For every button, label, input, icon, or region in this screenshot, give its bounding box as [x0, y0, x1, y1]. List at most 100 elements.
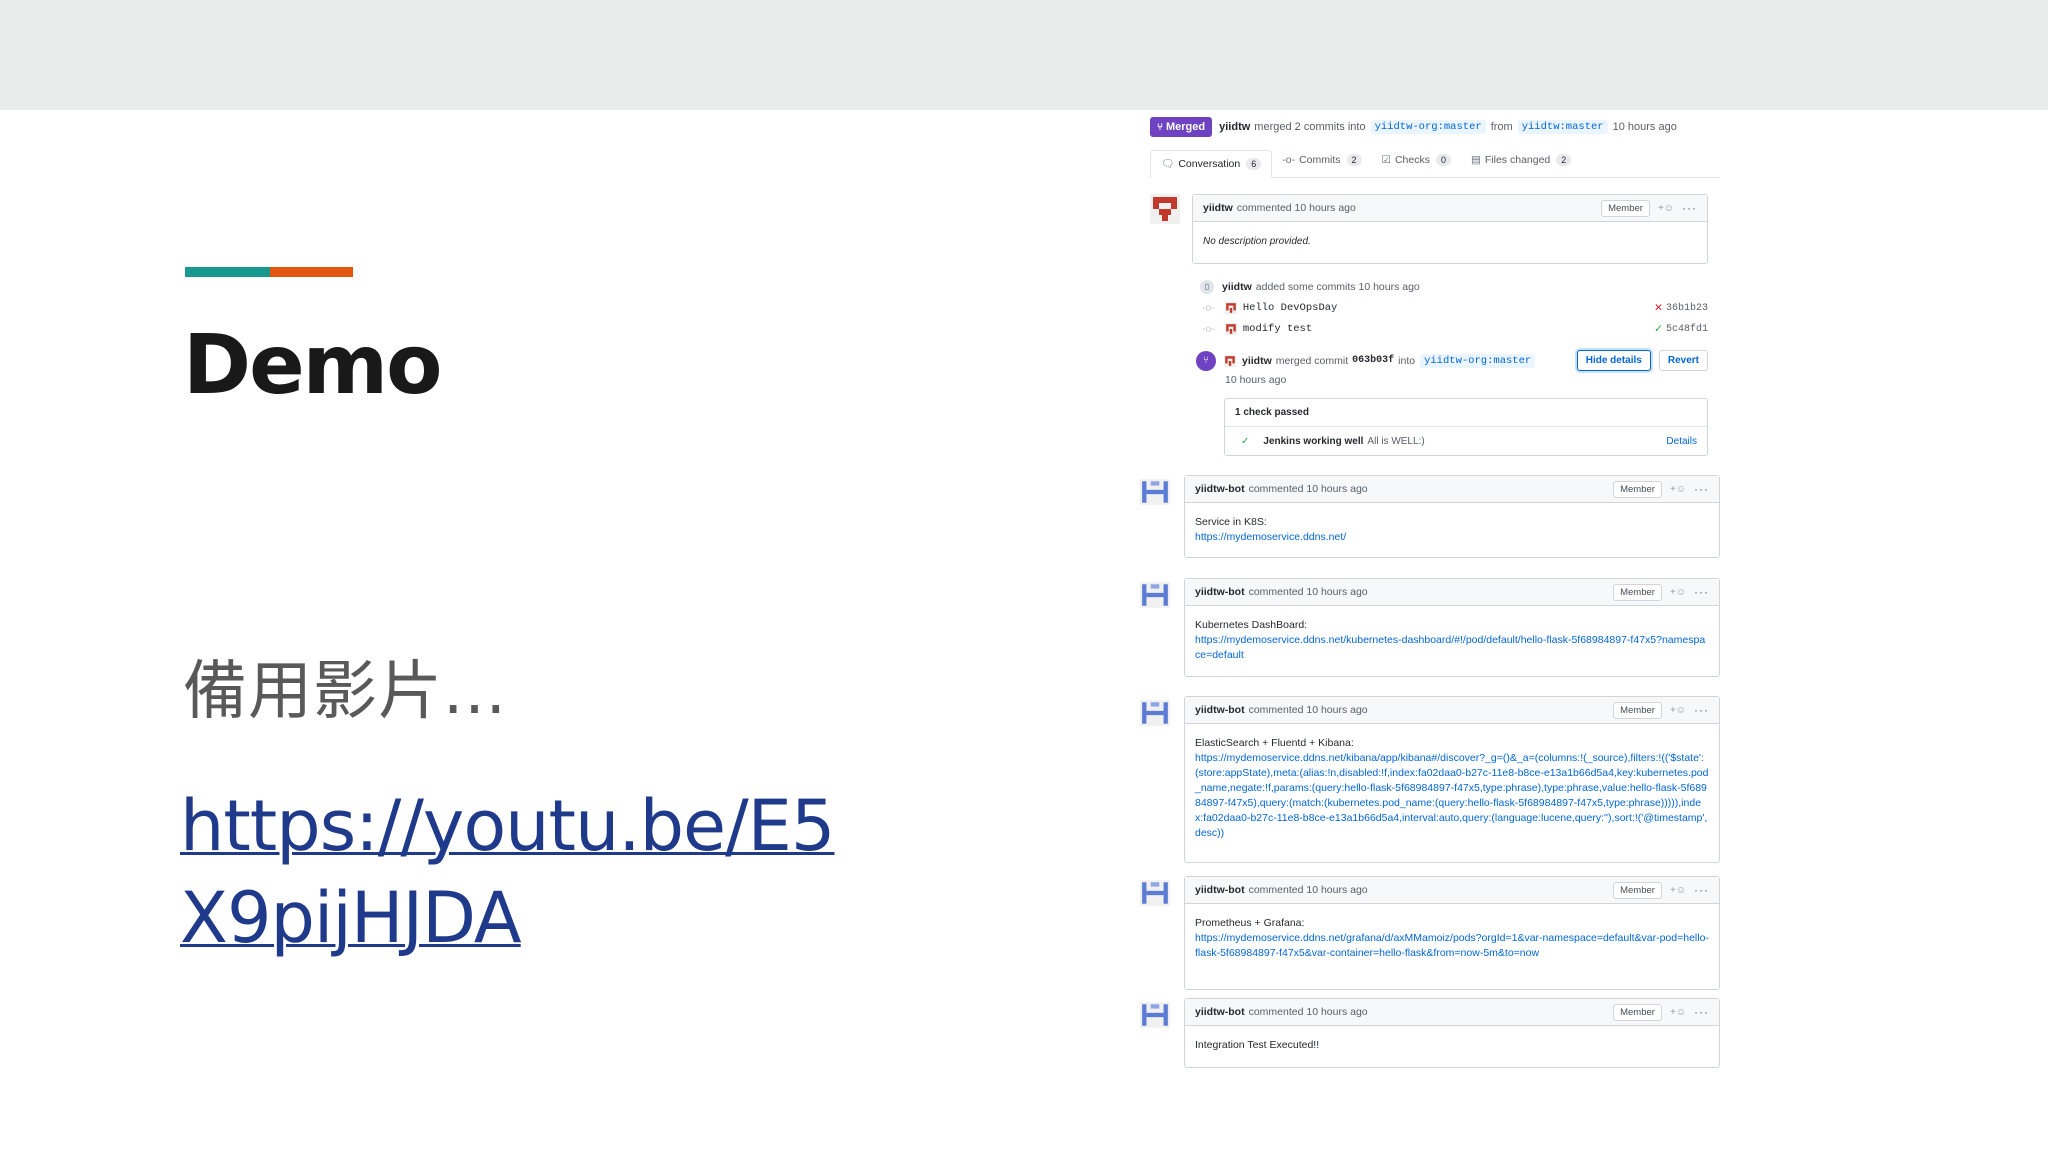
merge-icon: ⑂: [1196, 350, 1216, 371]
comment-body: Service in K8S: https://mydemoservice.dd…: [1185, 503, 1719, 555]
comment-time: commented 10 hours ago: [1248, 586, 1368, 598]
comment-body: Kubernetes DashBoard: https://mydemoserv…: [1185, 606, 1719, 673]
comment-header: yiidtw-bot commented 10 hours ago Member…: [1185, 999, 1719, 1026]
pr-tabs: 🗨 Conversation 6 -o- Commits 2 ☑ Checks 0 ▤…: [1150, 150, 1720, 178]
commit-icon: ▯: [1200, 280, 1214, 294]
check-details-link[interactable]: Details: [1666, 436, 1697, 447]
add-reaction-icon[interactable]: +☺: [1670, 885, 1686, 896]
commit-dot-icon: -o-: [1202, 302, 1215, 314]
comment-author[interactable]: yiidtw-bot: [1195, 884, 1245, 896]
commit-row[interactable]: -o- Hello DevOpsDay ✕ 36b1b23: [1202, 302, 1708, 314]
commit-message[interactable]: Hello DevOpsDay: [1243, 302, 1338, 314]
comment-body: No description provided.: [1193, 222, 1707, 259]
merge-into-text: into: [1398, 354, 1416, 367]
commit-sha[interactable]: 5c48fd1: [1666, 324, 1708, 335]
avatar-mini: [1224, 302, 1237, 314]
tab-checks[interactable]: ☑ Checks 0: [1372, 149, 1461, 177]
hide-details-button[interactable]: Hide details: [1576, 350, 1651, 371]
add-reaction-icon[interactable]: +☺: [1670, 587, 1686, 598]
more-options-icon[interactable]: ···: [1694, 585, 1709, 599]
tab-files-changed[interactable]: ▤ Files changed 2: [1461, 149, 1581, 177]
member-badge: Member: [1601, 199, 1650, 217]
more-options-icon[interactable]: ···: [1682, 201, 1697, 215]
avatar-yiidtw-bot[interactable]: [1140, 878, 1170, 908]
comment-author[interactable]: yiidtw-bot: [1195, 704, 1245, 716]
avatar-yiidtw-bot[interactable]: [1140, 1000, 1170, 1030]
avatar-mini: [1224, 323, 1237, 335]
comment-time: commented 10 hours ago: [1248, 884, 1368, 896]
comment-time: commented 10 hours ago: [1236, 202, 1356, 214]
base-branch[interactable]: yiidtw-org:master: [1370, 120, 1486, 134]
tab-conversation[interactable]: 🗨 Conversation 6: [1150, 150, 1273, 178]
add-reaction-icon[interactable]: +☺: [1670, 484, 1686, 495]
merge-text: merged commit: [1275, 354, 1349, 367]
merge-branch[interactable]: yiidtw-org:master: [1420, 353, 1536, 368]
more-options-icon[interactable]: ···: [1694, 883, 1709, 897]
tab-commits[interactable]: -o- Commits 2: [1272, 149, 1371, 177]
bot-comment: yiidtw-bot commented 10 hours ago Member…: [1184, 578, 1720, 677]
avatar-yiidtw-bot[interactable]: [1140, 580, 1170, 610]
add-reaction-icon[interactable]: +☺: [1670, 705, 1686, 716]
comment-link[interactable]: https://mydemoservice.ddns.net/grafana/d…: [1195, 931, 1709, 961]
top-band: [0, 0, 2048, 110]
add-reaction-icon[interactable]: +☺: [1658, 203, 1674, 214]
pr-author[interactable]: yiidtw: [1219, 121, 1250, 133]
avatar-yiidtw[interactable]: [1150, 194, 1180, 224]
pr-header: ⑂ Merged yiidtw merged 2 commits into yii…: [1150, 117, 1677, 137]
first-comment: yiidtw commented 10 hours ago Member +☺ …: [1192, 194, 1708, 264]
merged-badge: ⑂ Merged: [1150, 117, 1213, 137]
comment-time: commented 10 hours ago: [1248, 704, 1368, 716]
check-row: ✓ Jenkins working well All is WELL:) Det…: [1225, 427, 1707, 455]
comment-author[interactable]: yiidtw: [1203, 202, 1233, 214]
more-options-icon[interactable]: ···: [1694, 482, 1709, 496]
comment-link[interactable]: https://mydemoservice.ddns.net/kibana/ap…: [1195, 751, 1709, 841]
merge-author[interactable]: yiidtw: [1242, 355, 1272, 367]
member-badge: Member: [1613, 1003, 1662, 1021]
slide-title: Demo: [183, 318, 442, 413]
video-link-wrap: https://youtu.be/E5X9pijHJDA: [180, 780, 860, 964]
more-options-icon[interactable]: ···: [1694, 703, 1709, 717]
avatar-mini: [1224, 354, 1236, 367]
timeline-author[interactable]: yiidtw: [1222, 281, 1252, 293]
github-pr-screenshot: ⑂ Merged yiidtw merged 2 commits into yii…: [1130, 110, 1730, 1152]
checks-header: 1 check passed: [1225, 399, 1707, 427]
comment-link[interactable]: https://mydemoservice.ddns.net/kubernete…: [1195, 633, 1709, 663]
pr-merged-text: merged 2 commits into: [1254, 121, 1366, 133]
fail-icon[interactable]: ✕: [1654, 302, 1663, 314]
comment-author[interactable]: yiidtw-bot: [1195, 483, 1245, 495]
avatar-yiidtw-bot[interactable]: [1140, 698, 1170, 728]
check-icon[interactable]: ✓: [1654, 323, 1663, 335]
add-reaction-icon[interactable]: +☺: [1670, 1007, 1686, 1018]
comment-header: yiidtw-bot commented 10 hours ago Member…: [1185, 697, 1719, 724]
comment-time: commented 10 hours ago: [1248, 483, 1368, 495]
bot-comment: yiidtw-bot commented 10 hours ago Member…: [1184, 876, 1720, 990]
revert-button[interactable]: Revert: [1658, 350, 1708, 371]
comment-label: Prometheus + Grafana:: [1195, 917, 1305, 929]
member-badge: Member: [1613, 480, 1662, 498]
no-description-text: No description provided.: [1203, 236, 1311, 247]
bot-comment: yiidtw-bot commented 10 hours ago Member…: [1184, 998, 1720, 1068]
comment-header: yiidtw-bot commented 10 hours ago Member…: [1185, 476, 1719, 503]
accent-bar: [185, 267, 353, 277]
comment-label: Integration Test Executed!!: [1195, 1039, 1320, 1051]
avatar-yiidtw-bot[interactable]: [1140, 477, 1170, 507]
comment-author[interactable]: yiidtw-bot: [1195, 1006, 1245, 1018]
commit-row[interactable]: -o- modify test ✓ 5c48fd1: [1202, 323, 1708, 335]
pr-from-text: from: [1490, 121, 1513, 133]
comment-header: yiidtw-bot commented 10 hours ago Member…: [1185, 877, 1719, 904]
commit-message[interactable]: modify test: [1243, 323, 1312, 335]
slide-subtitle: 備用影片...: [183, 655, 508, 729]
merge-sha[interactable]: 063b03f: [1352, 355, 1394, 366]
comment-author[interactable]: yiidtw-bot: [1195, 586, 1245, 598]
commit-sha[interactable]: 36b1b23: [1666, 303, 1708, 314]
comment-link[interactable]: https://mydemoservice.ddns.net/: [1195, 530, 1709, 545]
timeline-merge-event: ⑂ yiidtw merged commit 063b03f into yiid…: [1196, 350, 1708, 371]
member-badge: Member: [1613, 701, 1662, 719]
video-link[interactable]: https://youtu.be/E5X9pijHJDA: [180, 785, 835, 959]
more-options-icon[interactable]: ···: [1694, 1005, 1709, 1019]
merge-time: 10 hours ago: [1225, 374, 1287, 386]
comment-header: yiidtw commented 10 hours ago Member +☺ …: [1193, 195, 1707, 222]
comment-body: Prometheus + Grafana: https://mydemoserv…: [1185, 904, 1719, 971]
head-branch[interactable]: yiidtw:master: [1517, 120, 1608, 134]
check-passed-icon: ✓: [1241, 435, 1250, 447]
